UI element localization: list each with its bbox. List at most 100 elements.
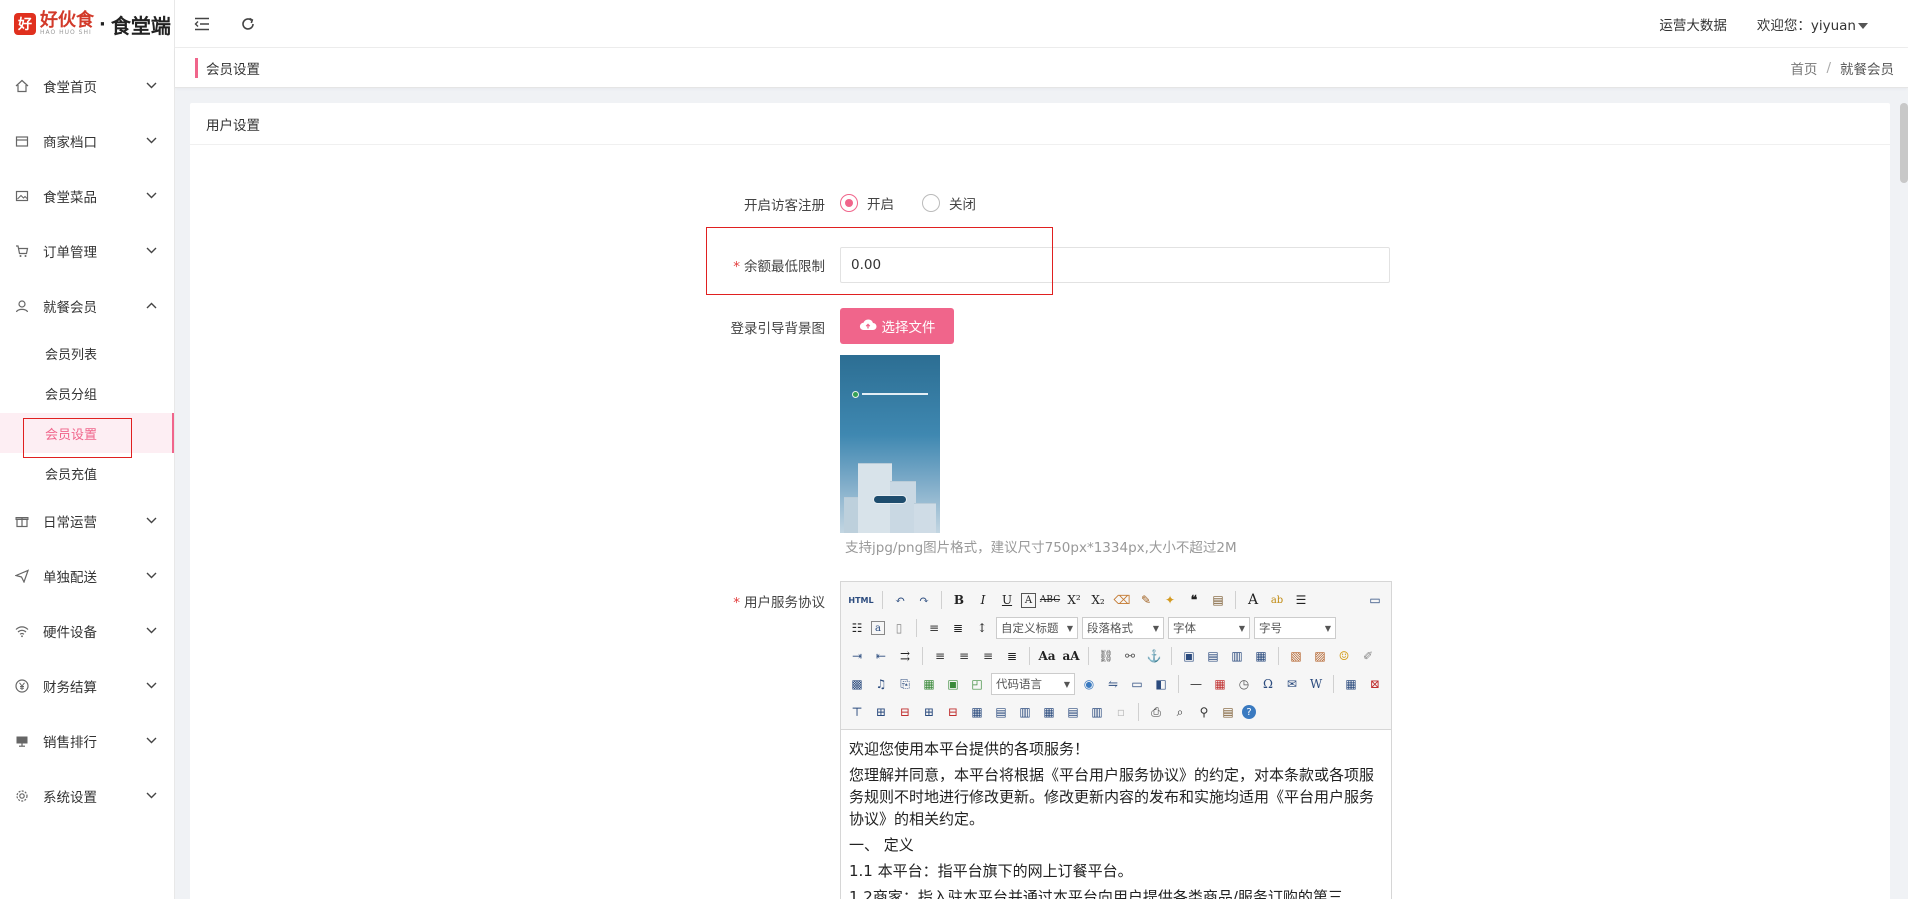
ordered-list-icon[interactable]: ☰	[1291, 590, 1311, 610]
underline-icon[interactable]: U	[997, 590, 1017, 610]
image-float-right-icon[interactable]: ▥	[1227, 646, 1247, 666]
sidebar-item-order-management[interactable]: 订单管理	[0, 223, 174, 278]
row-spacing-top-icon[interactable]: ≡	[924, 618, 944, 638]
italic-icon[interactable]: I	[973, 590, 993, 610]
font-size-select[interactable]: 字号 ▼	[1254, 617, 1336, 639]
undo-icon[interactable]: ↶	[890, 590, 910, 610]
attachment-icon[interactable]: ⎘	[895, 674, 915, 694]
paste-plain-icon[interactable]: ▤	[1208, 590, 1228, 610]
sidebar-item-sales-ranking[interactable]: 销售排行	[0, 713, 174, 768]
indent-icon[interactable]: ⇉	[895, 646, 915, 666]
emoticon-icon[interactable]: ☺	[1334, 646, 1354, 666]
format-brush-icon[interactable]: ✎	[1136, 590, 1156, 610]
superscript-icon[interactable]: X²	[1064, 590, 1084, 610]
insert-col-icon[interactable]: ⊞	[919, 702, 939, 722]
collapse-menu-icon[interactable]	[193, 15, 211, 33]
merge-down-icon[interactable]: ▥	[1015, 702, 1035, 722]
fullscreen-icon[interactable]: ▭	[1365, 590, 1385, 610]
sidebar-subitem-member-settings[interactable]: 会员设置	[0, 413, 174, 453]
web-app-icon[interactable]: ◉	[1079, 674, 1099, 694]
delete-col-icon[interactable]: ⊟	[943, 702, 963, 722]
code-language-select[interactable]: 代码语言 ▼	[991, 673, 1075, 695]
align-left-icon[interactable]: ≡	[930, 646, 950, 666]
print-icon[interactable]: ⎙	[1146, 702, 1166, 722]
anchor-icon[interactable]: ⚓	[1144, 646, 1164, 666]
image-float-none-icon[interactable]: ▣	[1179, 646, 1199, 666]
help-icon[interactable]: ?	[1242, 705, 1256, 719]
choose-file-button[interactable]: 选择文件	[840, 308, 954, 344]
refresh-icon[interactable]	[239, 15, 257, 33]
editor-content[interactable]: 欢迎您使用本平台提供的各项服务！ 您理解并同意，本平台将根据《平台用户服务协议》…	[841, 730, 1391, 899]
lowercase-icon[interactable]: aA	[1061, 646, 1081, 666]
scrawl-icon[interactable]: ✐	[1358, 646, 1378, 666]
delete-row-icon[interactable]: ⊟	[895, 702, 915, 722]
sidebar-item-hardware-devices[interactable]: 硬件设备	[0, 603, 174, 658]
image-center-icon[interactable]: ▦	[1251, 646, 1271, 666]
page-break-icon[interactable]: ⇋	[1103, 674, 1123, 694]
special-chars-icon[interactable]: Ω	[1258, 674, 1278, 694]
sidebar-item-merchant-stall[interactable]: 商家档口	[0, 113, 174, 168]
link-icon[interactable]: ⛓	[1096, 646, 1116, 666]
insert-video-icon[interactable]: ▩	[847, 674, 867, 694]
unlink-icon[interactable]: ⚯	[1120, 646, 1140, 666]
bold-icon[interactable]: B	[949, 590, 969, 610]
user-menu[interactable]: 欢迎您：yiyuan	[1757, 14, 1868, 34]
html-source-button[interactable]: HTML	[847, 590, 875, 610]
page-icon[interactable]: ▯	[889, 618, 909, 638]
font-color-icon[interactable]: A	[1243, 590, 1263, 610]
gmap-icon[interactable]: ▣	[943, 674, 963, 694]
sidebar-item-system-settings[interactable]: 系统设置	[0, 768, 174, 823]
sidebar-item-dining-members[interactable]: 就餐会员	[0, 278, 174, 333]
horizontal-line-icon[interactable]: —	[1186, 674, 1206, 694]
row-spacing-bottom-icon[interactable]: ≣	[948, 618, 968, 638]
sidebar-item-financial-settlement[interactable]: 财务结算	[0, 658, 174, 713]
insert-paragraph-before-table-icon[interactable]: ⊤	[847, 702, 867, 722]
big-data-link[interactable]: 运营大数据	[1659, 14, 1727, 34]
subscript-icon[interactable]: X₂	[1088, 590, 1108, 610]
insert-image-icon[interactable]: ▨	[1310, 646, 1330, 666]
line-height-icon[interactable]: ↕	[972, 618, 992, 638]
word-image-icon[interactable]: ✉	[1282, 674, 1302, 694]
align-center-icon[interactable]: ≡	[954, 646, 974, 666]
blockquote-icon[interactable]: ❝	[1184, 590, 1204, 610]
sidebar-item-canteen-home[interactable]: 食堂首页	[0, 58, 174, 113]
font-family-select[interactable]: 字体 ▼	[1168, 617, 1250, 639]
template-icon[interactable]: ▭	[1127, 674, 1147, 694]
uppercase-icon[interactable]: Aa	[1037, 646, 1057, 666]
date-icon[interactable]: ▦	[1210, 674, 1230, 694]
align-right-icon[interactable]: ≡	[978, 646, 998, 666]
insert-frame-icon[interactable]: ◰	[967, 674, 987, 694]
map-icon[interactable]: ▦	[919, 674, 939, 694]
background-icon[interactable]: ◧	[1151, 674, 1171, 694]
ltr-icon[interactable]: ⇥	[847, 646, 867, 666]
background-preview-image[interactable]	[840, 355, 940, 533]
radio-on[interactable]	[840, 194, 858, 212]
split-rows-icon[interactable]: ▤	[1063, 702, 1083, 722]
sidebar-item-canteen-dishes[interactable]: 食堂菜品	[0, 168, 174, 223]
simple-upload-icon[interactable]: ▧	[1286, 646, 1306, 666]
logo[interactable]: 好 好伙食 HAO HUO SHI · 食堂端	[0, 0, 174, 48]
delete-table-icon[interactable]: ⊠	[1365, 674, 1385, 694]
word-doc-icon[interactable]: W	[1306, 674, 1326, 694]
auto-format-icon[interactable]: ✦	[1160, 590, 1180, 610]
sidebar-subitem-member-list[interactable]: 会员列表	[0, 333, 174, 373]
split-cells-icon[interactable]: ▦	[1039, 702, 1059, 722]
align-justify-icon[interactable]: ≣	[1002, 646, 1022, 666]
custom-title-select[interactable]: 自定义标题 ▼	[996, 617, 1078, 639]
sidebar-item-daily-operations[interactable]: 日常运营	[0, 493, 174, 548]
rtl-icon[interactable]: ⇤	[871, 646, 891, 666]
page-scrollbar[interactable]	[1900, 103, 1908, 183]
draft-icon[interactable]: ▤	[1218, 702, 1238, 722]
preview-icon[interactable]: ⌕	[1170, 702, 1190, 722]
unordered-list-icon[interactable]: ☷	[847, 618, 867, 638]
sidebar-item-separate-delivery[interactable]: 单独配送	[0, 548, 174, 603]
balance-limit-input[interactable]	[840, 247, 1390, 283]
split-cols-icon[interactable]: ▥	[1087, 702, 1107, 722]
image-float-left-icon[interactable]: ▤	[1203, 646, 1223, 666]
time-icon[interactable]: ◷	[1234, 674, 1254, 694]
insert-table-icon[interactable]: ▦	[1341, 674, 1361, 694]
paragraph-format-select[interactable]: 段落格式 ▼	[1082, 617, 1164, 639]
insert-row-icon[interactable]: ⊞	[871, 702, 891, 722]
strikethrough-icon[interactable]: ABC	[1040, 590, 1060, 610]
music-icon[interactable]: ♫	[871, 674, 891, 694]
